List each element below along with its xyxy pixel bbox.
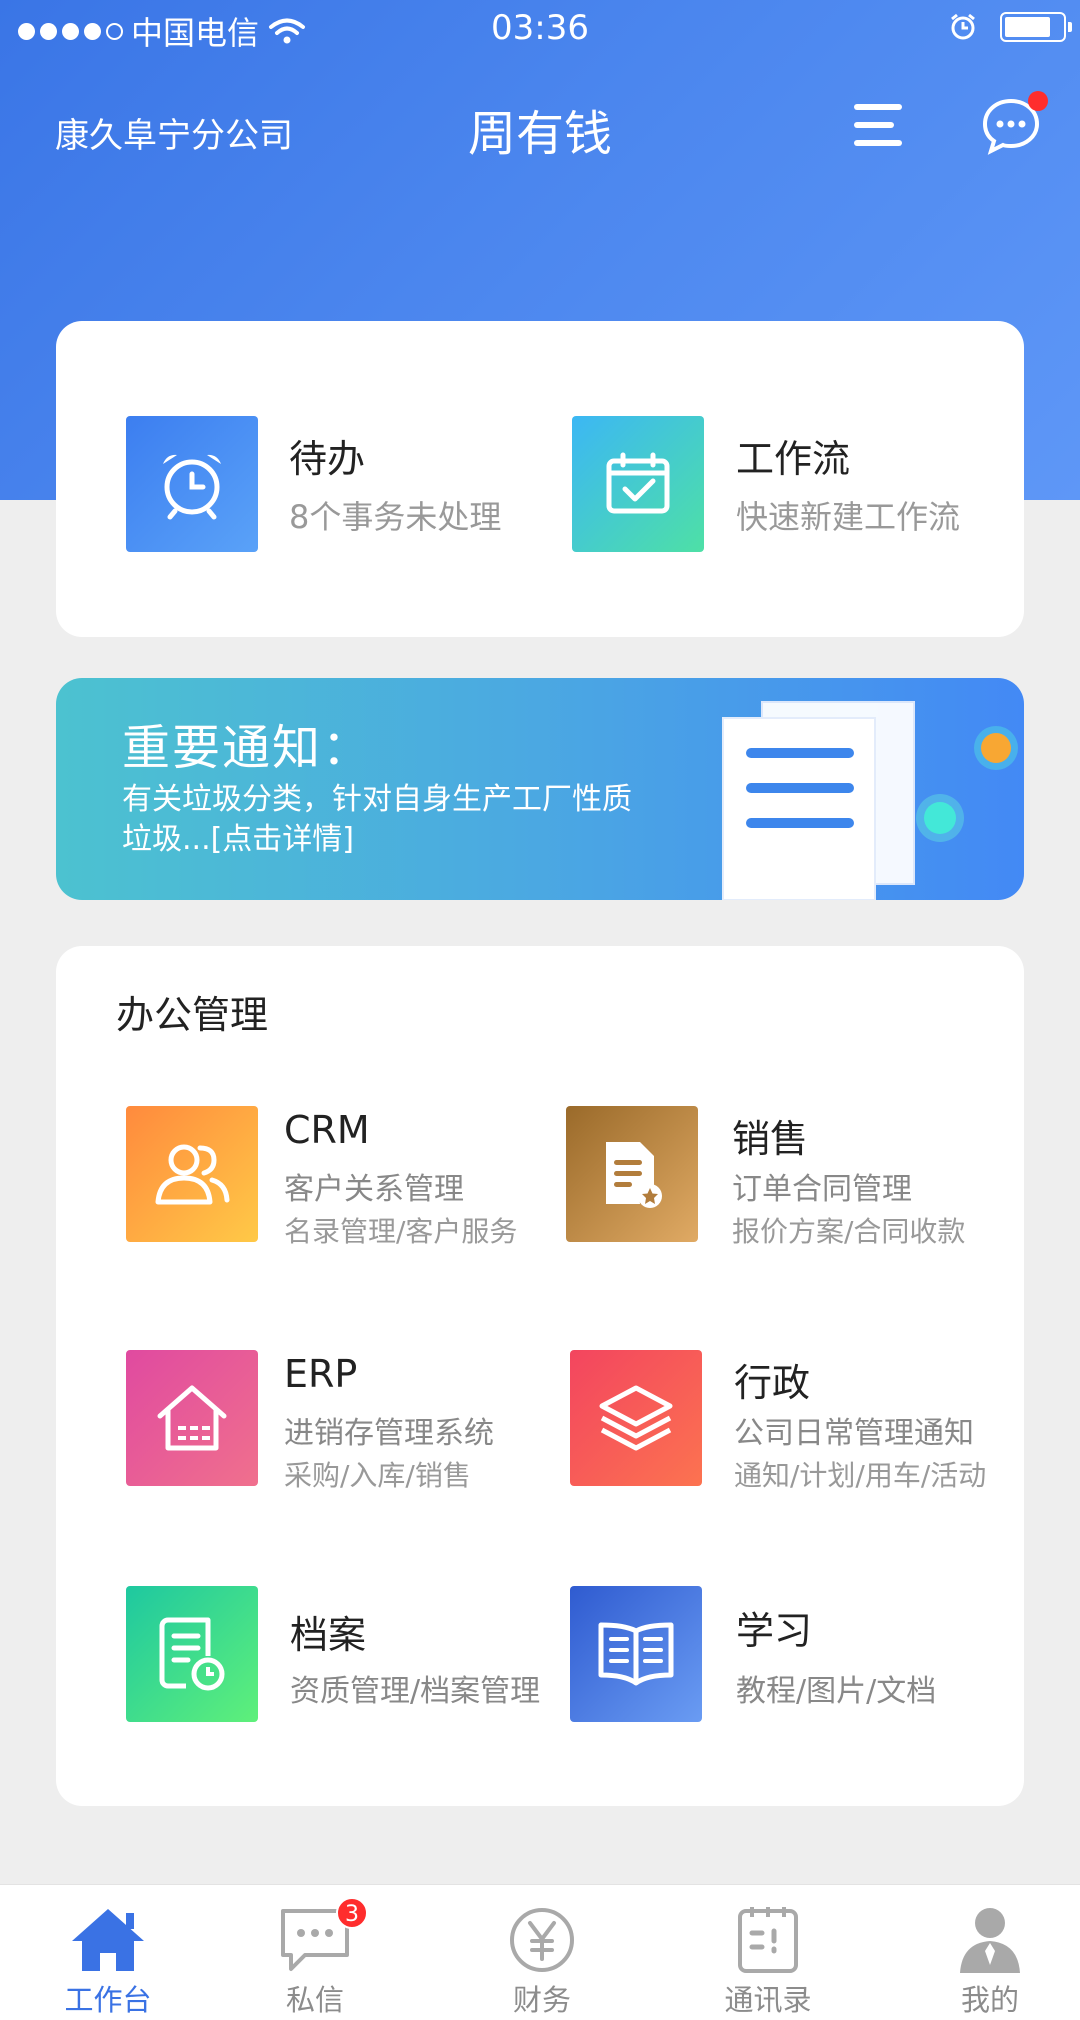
module-title: 行政 [734,1361,811,1405]
status-bar: 中国电信 03:36 [0,0,1080,58]
document-illustration-icon [722,701,1018,900]
layers-icon [570,1350,702,1486]
module-subtitle: 客户关系管理 [284,1172,464,1207]
section-heading: 办公管理 [116,993,269,1037]
alarm-icon [951,13,975,40]
todo-subtitle: 8个事务未处理 [289,498,502,536]
module-detail: 采购/入库/销售 [284,1459,471,1492]
unread-dot [1028,91,1048,111]
notice-banner[interactable]: 重要通知： 有关垃圾分类，针对自身生产工厂性质垃圾...[点击详情] [56,678,1024,900]
status-time: 03:36 [491,8,589,48]
module-title: 学习 [736,1609,813,1653]
bottom-tab-bar: 工作台 私信 财务 通讯录 我的 [0,1884,1080,2020]
module-detail: 通知/计划/用车/活动 [734,1459,987,1492]
tab-label: 财务 [512,1983,571,2017]
home-icon [72,1909,144,1971]
tab-finance[interactable]: 财务 [434,1885,650,2020]
menu-button[interactable] [850,100,906,152]
contacts-icon [738,1907,798,1973]
tab-messages[interactable]: 私信 [207,1885,423,2020]
status-right [948,12,1072,42]
module-title: CRM [284,1108,370,1152]
page-title: 周有钱 [467,106,612,162]
yen-icon [510,1908,574,1972]
users-icon [126,1106,258,1242]
module-subtitle: 订单合同管理 [732,1172,912,1207]
module-title: 销售 [732,1117,809,1161]
module-subtitle: 进销存管理系统 [284,1416,494,1451]
archive-clock-icon [126,1586,258,1722]
warehouse-icon [126,1350,258,1486]
alarm-clock-icon [126,416,258,552]
tab-workbench[interactable]: 工作台 [0,1885,216,2020]
module-subtitle: 资质管理/档案管理 [290,1674,541,1709]
workflow-title: 工作流 [736,437,851,481]
module-title: ERP [284,1352,358,1396]
notice-title: 重要通知： [122,720,373,776]
module-detail: 名录管理/客户服务 [284,1215,518,1248]
module-title: 档案 [290,1613,367,1657]
tab-label: 工作台 [64,1983,152,2017]
document-star-icon [566,1106,698,1242]
tab-label: 我的 [960,1983,1019,2017]
tab-profile[interactable]: 我的 [882,1885,1080,2020]
module-subtitle: 教程/图片/文档 [736,1674,937,1709]
office-management-card: 办公管理 CRM 客户关系管理 名录管理/客户服务 销售 订单合同管理 报价方案… [56,946,1024,1806]
menu-icon [854,104,902,110]
module-subtitle: 公司日常管理通知 [734,1416,974,1451]
quick-actions-card: 待办 8个事务未处理 工作流 快速新建工作流 [56,321,1024,637]
unread-count-badge: 3 [336,1897,368,1929]
todo-title: 待办 [289,437,366,481]
module-detail: 报价方案/合同收款 [732,1215,966,1248]
person-icon [960,1908,1020,1973]
open-book-icon [570,1586,702,1722]
battery-icon [1000,12,1072,42]
tab-label: 通讯录 [724,1983,812,2017]
message-button[interactable] [980,91,1048,157]
workflow-subtitle: 快速新建工作流 [736,498,961,536]
tab-contacts[interactable]: 通讯录 [660,1885,876,2020]
notice-body: 有关垃圾分类，针对自身生产工厂性质垃圾...[点击详情] [122,782,632,857]
tab-label: 私信 [285,1983,344,2017]
calendar-check-icon [572,416,704,552]
